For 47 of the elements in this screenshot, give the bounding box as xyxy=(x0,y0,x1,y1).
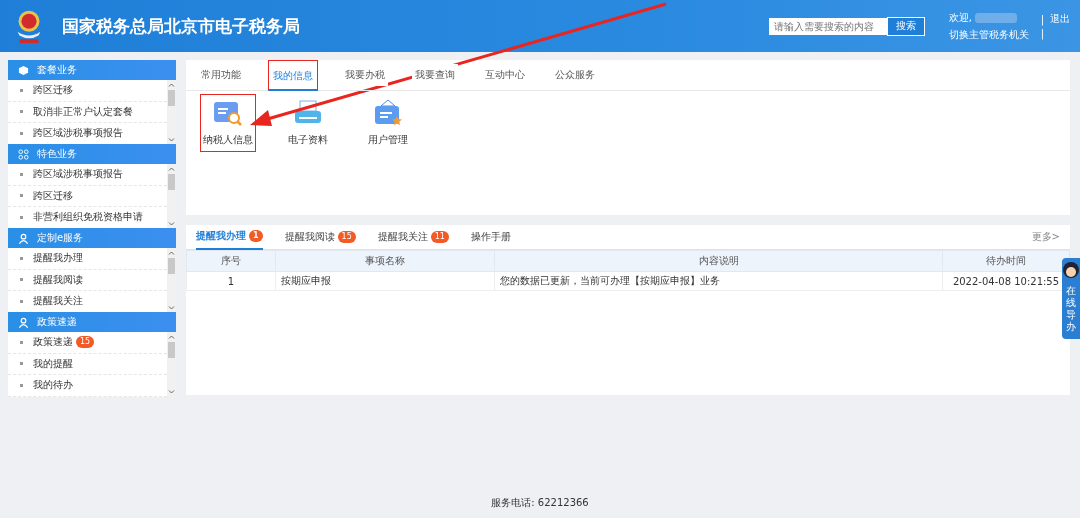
scrollbar[interactable] xyxy=(167,164,176,229)
table-cell: 您的数据已更新，当前可办理【按期应申报】业务 xyxy=(494,271,943,291)
chevron-up-icon[interactable] xyxy=(168,250,175,256)
app-label[interactable]: 电子资料 xyxy=(288,133,328,147)
chevron-down-icon[interactable] xyxy=(168,136,175,143)
scroll-thumb[interactable] xyxy=(168,90,175,106)
divider-text: | xyxy=(1040,13,1044,25)
chevron-up-icon[interactable] xyxy=(168,334,175,340)
cube-icon xyxy=(18,64,29,76)
person-icon xyxy=(18,316,29,328)
scroll-thumb[interactable] xyxy=(168,342,175,358)
search-field[interactable]: 请输入需要搜索的内容 xyxy=(768,17,887,35)
scrollbar[interactable] xyxy=(167,248,176,313)
nav-tab[interactable]: 我的信息 xyxy=(268,59,318,91)
blurred-name xyxy=(974,12,1017,23)
chevron-up-icon[interactable] xyxy=(168,166,175,172)
more-link[interactable]: 更多> xyxy=(1031,230,1060,244)
avatar-icon xyxy=(1062,261,1080,279)
reminder-tab[interactable]: 操作手册 xyxy=(470,225,511,249)
chevron-down-icon[interactable] xyxy=(168,388,175,395)
badge-star-icon[interactable] xyxy=(373,99,403,127)
column-header: 序号 xyxy=(186,250,276,272)
service-phone: 服务电话: 62212366 xyxy=(490,496,590,510)
app-label[interactable]: 用户管理 xyxy=(368,133,408,147)
chevron-down-icon[interactable] xyxy=(168,220,175,227)
online-guide-button[interactable]: 在线导办 xyxy=(1062,258,1080,339)
welcome-text: 欢迎, xyxy=(948,10,972,25)
scroll-thumb[interactable] xyxy=(168,258,175,274)
person-icon xyxy=(18,232,29,244)
scroll-thumb[interactable] xyxy=(168,174,175,190)
divider-text: | xyxy=(1040,27,1044,39)
search-button[interactable]: 搜索 xyxy=(886,16,925,36)
column-header: 待办时间 xyxy=(942,250,1070,272)
column-header: 内容说明 xyxy=(494,250,943,272)
scrollbar[interactable] xyxy=(167,80,176,145)
reminder-tab[interactable]: 提醒我关注 11 xyxy=(377,225,449,249)
id-card-icon[interactable] xyxy=(213,99,243,127)
grid-icon xyxy=(18,148,29,160)
table-cell: 1 xyxy=(186,271,276,291)
count-badge: 15 xyxy=(76,336,95,349)
table-cell: 按期应申报 xyxy=(275,271,495,291)
chevron-down-icon[interactable] xyxy=(168,304,175,311)
sidebar-item[interactable]: 政策速递 15 xyxy=(8,332,167,354)
chevron-up-icon[interactable] xyxy=(168,82,175,88)
column-header: 事项名称 xyxy=(275,250,495,272)
site-title: 国家税务总局北京市电子税务局 xyxy=(62,14,300,38)
reminder-tab[interactable]: 提醒我阅读 15 xyxy=(284,225,356,249)
